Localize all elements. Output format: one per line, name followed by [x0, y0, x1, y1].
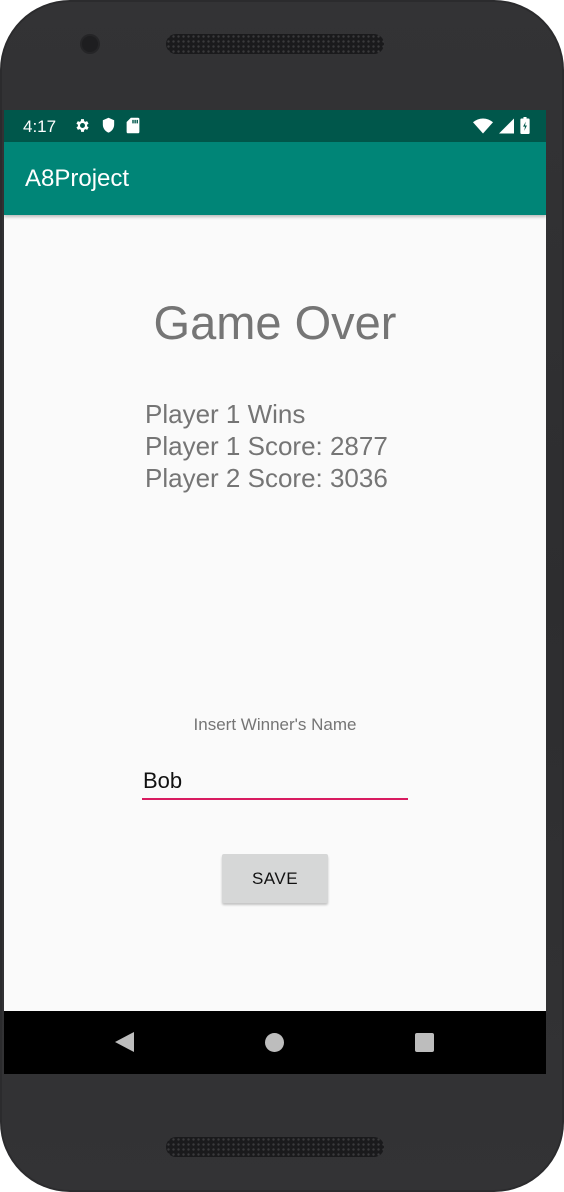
- save-button[interactable]: SAVE: [222, 854, 328, 903]
- gear-icon: [74, 117, 91, 139]
- front-camera: [80, 34, 100, 54]
- player2-score-text: Player 2 Score: 3036: [145, 463, 388, 493]
- home-icon[interactable]: [265, 1033, 284, 1052]
- signal-icon: [499, 118, 514, 139]
- winner-name-input[interactable]: [142, 764, 408, 800]
- back-icon[interactable]: [114, 1031, 136, 1057]
- navigation-bar: [4, 1011, 546, 1074]
- player1-score-text: Player 1 Score: 2877: [145, 431, 388, 461]
- device-screen: 4:17 A8Project Game Over Player 1 Wins P…: [4, 110, 546, 1074]
- sd-card-icon: [126, 117, 140, 139]
- results-block: Player 1 Wins Player 1 Score: 2877 Playe…: [145, 398, 388, 494]
- top-speaker: [166, 34, 384, 54]
- winner-text: Player 1 Wins: [145, 399, 306, 429]
- status-bar: 4:17: [4, 110, 546, 142]
- status-notification-icons: [74, 117, 140, 139]
- winner-name-label: Insert Winner's Name: [193, 715, 357, 734]
- status-time: 4:17: [23, 117, 57, 136]
- app-title: A8Project: [25, 165, 130, 192]
- bottom-speaker: [166, 1137, 384, 1157]
- status-system-icons: [473, 117, 530, 139]
- app-bar: A8Project: [4, 142, 546, 215]
- wifi-icon: [473, 118, 493, 139]
- recents-icon[interactable]: [415, 1033, 434, 1052]
- battery-icon: [520, 117, 530, 139]
- shield-icon: [101, 117, 116, 139]
- game-over-heading: Game Over: [153, 296, 397, 349]
- phone-frame: 4:17 A8Project Game Over Player 1 Wins P…: [0, 0, 564, 1192]
